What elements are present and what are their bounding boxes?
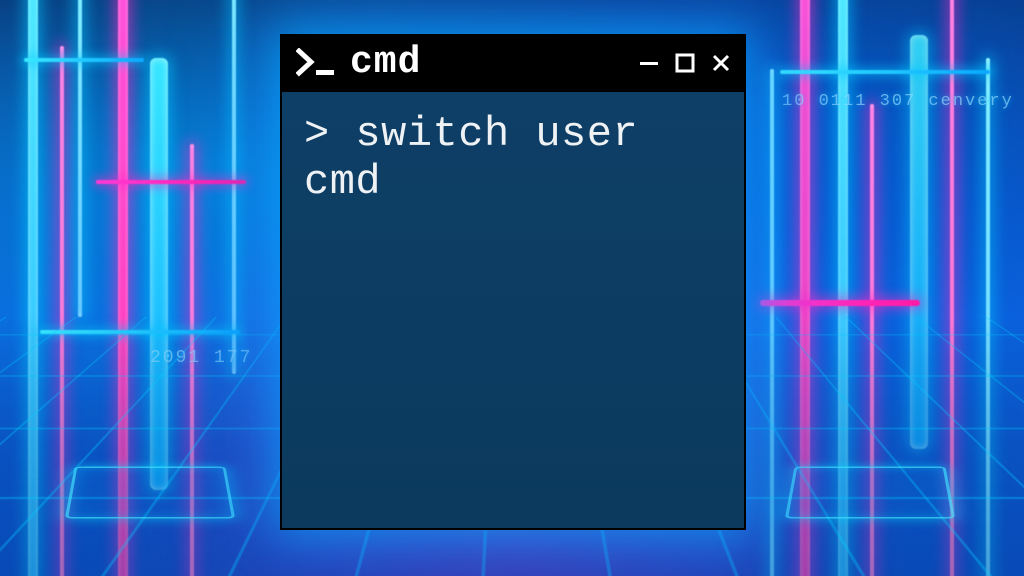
terminal-window: cmd > switch user cmd [282,36,744,528]
command-line: > switch user cmd [304,110,722,207]
command-text: switch user cmd [304,110,664,206]
prompt-symbol: > [304,110,355,158]
maximize-button[interactable] [674,52,696,74]
window-titlebar[interactable]: cmd [282,36,744,92]
terminal-body[interactable]: > switch user cmd [282,92,744,528]
window-title: cmd [350,44,421,82]
minimize-button[interactable] [638,52,660,74]
terminal-prompt-icon [296,48,340,78]
close-button[interactable] [710,52,732,74]
window-controls [638,52,732,74]
decor-text-right: 10 0111 307 cenvery [782,92,1014,111]
